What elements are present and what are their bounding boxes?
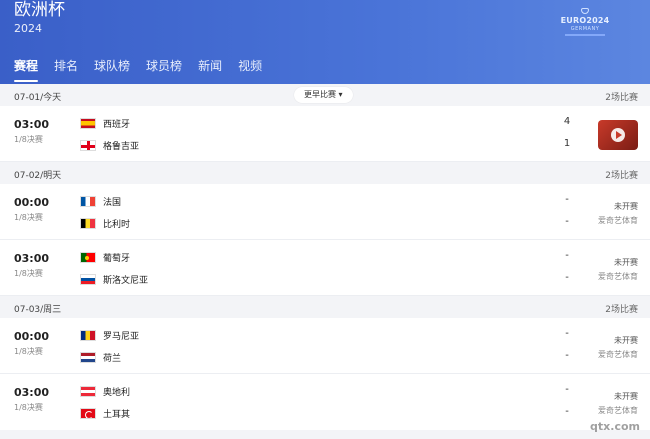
portugal-flag-icon <box>80 251 96 263</box>
section-match-count: 2场比赛 <box>605 93 638 103</box>
season-year: 2024 <box>14 22 42 35</box>
away-score: - <box>565 350 569 361</box>
tab-news[interactable]: 新闻 <box>198 58 222 74</box>
section-date: 07-01/今天 <box>14 93 62 103</box>
broadcast-channel[interactable]: 爱奇艺体育 <box>598 215 638 226</box>
match-round: 1/8决赛 <box>14 213 43 222</box>
home-team: 罗马尼亚 <box>80 328 139 342</box>
away-score: - <box>565 406 569 417</box>
tab-schedule[interactable]: 赛程 <box>14 58 39 82</box>
highlight-video-thumbnail[interactable] <box>598 120 638 150</box>
match-time: 00:00 <box>14 196 50 209</box>
logo-subtext: GERMANY <box>570 26 600 32</box>
match-time: 03:00 <box>14 386 50 399</box>
france-flag-icon <box>80 195 96 207</box>
home-score: - <box>565 194 569 205</box>
broadcast-channel[interactable]: 爱奇艺体育 <box>598 349 638 360</box>
match-status: 未开赛 <box>614 258 638 267</box>
match-time: 00:00 <box>14 330 50 343</box>
page-title: 欧洲杯 <box>14 0 65 20</box>
romania-flag-icon <box>80 329 96 341</box>
euro2024-logo: EURO2024 GERMANY <box>560 8 610 40</box>
match-round: 1/8决赛 <box>14 269 43 278</box>
match-time: 03:00 <box>14 252 50 265</box>
austria-flag-icon <box>80 385 96 397</box>
turkey-flag-icon <box>80 407 96 419</box>
spain-flag-icon <box>80 117 96 129</box>
match-time: 03:00 <box>14 118 50 131</box>
match-row[interactable]: 00:00 1/8决赛 罗马尼亚 荷兰 - - 未开赛 爱奇艺体育 <box>0 318 650 374</box>
match-status: 未开赛 <box>614 392 638 401</box>
away-team: 格鲁吉亚 <box>80 138 139 152</box>
tab-video[interactable]: 视频 <box>238 58 262 74</box>
home-team: 西班牙 <box>80 116 130 130</box>
home-team: 法国 <box>80 194 121 208</box>
slovenia-flag-icon <box>80 273 96 285</box>
date-section-header: 07-01/今天 更早比赛 ▾ 2场比赛 <box>0 84 650 106</box>
logo-text: EURO2024 <box>560 16 610 25</box>
match-round: 1/8决赛 <box>14 135 43 144</box>
broadcast-channel[interactable]: 爱奇艺体育 <box>598 271 638 282</box>
section-match-count: 2场比赛 <box>605 171 638 181</box>
match-row[interactable]: 03:00 1/8决赛 葡萄牙 斯洛文尼亚 - - 未开赛 爱奇艺体育 <box>0 240 650 296</box>
home-team: 奥地利 <box>80 384 130 398</box>
tab-ranking[interactable]: 排名 <box>54 58 78 74</box>
match-status: 未开赛 <box>614 336 638 345</box>
match-status: 未开赛 <box>614 202 638 211</box>
section-date: 07-03/周三 <box>14 305 62 315</box>
away-score: - <box>565 272 569 283</box>
match-round: 1/8决赛 <box>14 347 43 356</box>
belgium-flag-icon <box>80 217 96 229</box>
site-watermark: qtx.com <box>590 420 640 433</box>
section-date: 07-02/明天 <box>14 171 62 181</box>
netherlands-flag-icon <box>80 351 96 363</box>
away-team: 荷兰 <box>80 350 121 364</box>
match-row[interactable]: 00:00 1/8决赛 法国 比利时 - - 未开赛 爱奇艺体育 <box>0 184 650 240</box>
away-score: - <box>565 216 569 227</box>
home-score: - <box>565 250 569 261</box>
date-section-header: 07-03/周三 2场比赛 <box>0 296 650 318</box>
home-team: 葡萄牙 <box>80 250 130 264</box>
away-team: 比利时 <box>80 216 130 230</box>
match-round: 1/8决赛 <box>14 403 43 412</box>
tab-player-leaderboard[interactable]: 球员榜 <box>146 58 182 74</box>
section-match-count: 2场比赛 <box>605 305 638 315</box>
date-section-header: 07-02/明天 2场比赛 <box>0 162 650 184</box>
match-row[interactable]: 03:00 1/8决赛 奥地利 土耳其 - - 未开赛 爱奇艺体育 <box>0 374 650 430</box>
earlier-matches-button[interactable]: 更早比赛 ▾ <box>294 87 353 103</box>
header-bar: 欧洲杯 2024 EURO2024 GERMANY 赛程 排名 球队榜 球员榜 … <box>0 0 650 84</box>
tab-team-leaderboard[interactable]: 球队榜 <box>94 58 130 74</box>
broadcast-channel[interactable]: 爱奇艺体育 <box>598 405 638 416</box>
home-score: - <box>565 384 569 395</box>
match-row[interactable]: 03:00 1/8决赛 西班牙 格鲁吉亚 4 1 <box>0 106 650 162</box>
away-score: 1 <box>563 138 571 149</box>
play-icon <box>611 128 625 142</box>
home-score: - <box>565 328 569 339</box>
tab-bar: 赛程 排名 球队榜 球员榜 新闻 视频 <box>14 58 278 82</box>
away-team: 土耳其 <box>80 406 130 420</box>
georgia-flag-icon <box>80 139 96 151</box>
away-team: 斯洛文尼亚 <box>80 272 148 286</box>
home-score: 4 <box>563 116 571 127</box>
trophy-icon <box>581 8 589 14</box>
